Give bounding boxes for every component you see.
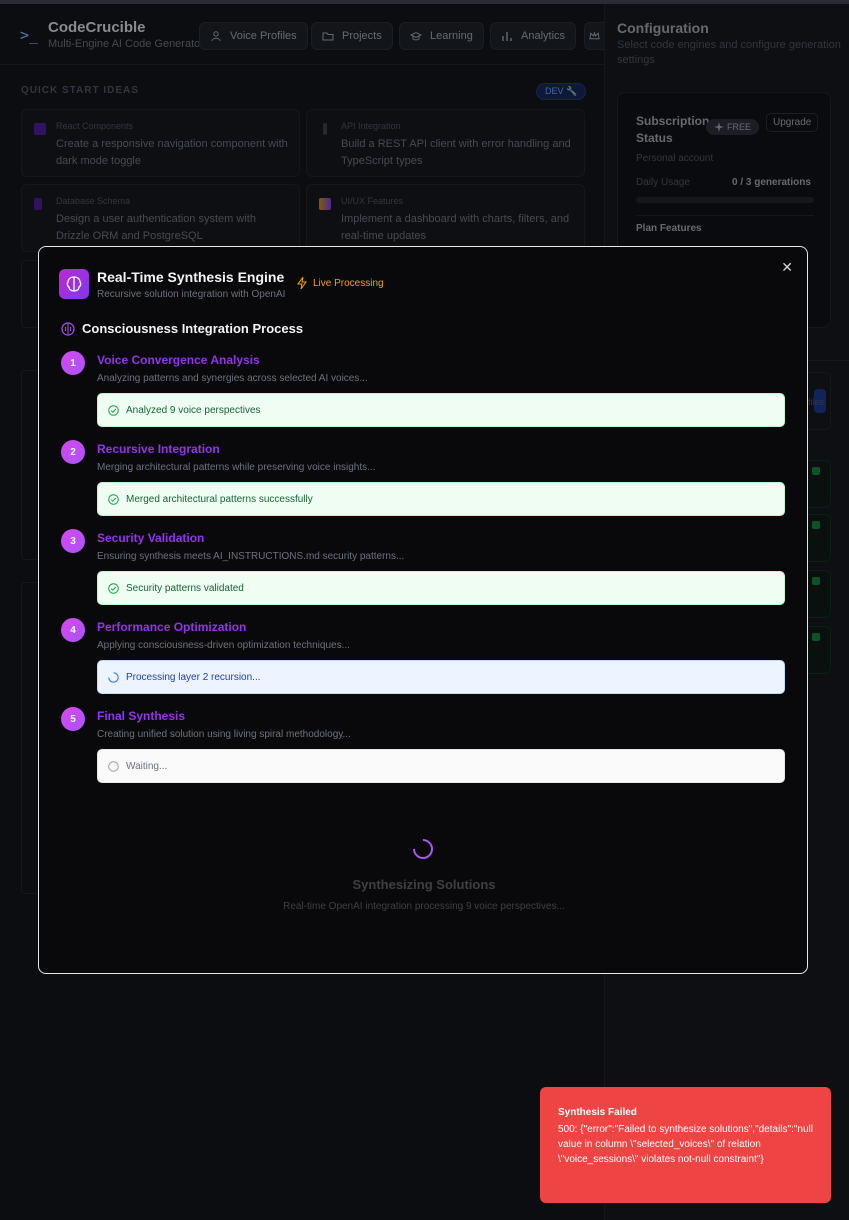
step-number: 5 — [61, 707, 85, 731]
brain-icon — [61, 321, 75, 336]
step-description: Ensuring synthesis meets AI_INSTRUCTIONS… — [97, 551, 405, 562]
modal-title: Real-Time Synthesis Engine — [97, 269, 285, 285]
check-circle-icon — [108, 582, 119, 594]
modal-subtitle: Recursive solution integration with Open… — [97, 289, 286, 300]
step-status-box: Analyzed 9 voice perspectives — [97, 393, 785, 427]
live-status: Live Processing — [297, 277, 384, 289]
close-icon[interactable]: ✕ — [781, 259, 793, 276]
synthesis-status-subtitle: Real-time OpenAI integration processing … — [283, 901, 565, 912]
step-description: Creating unified solution using living s… — [97, 729, 351, 740]
step-status-box: Waiting... — [97, 749, 785, 783]
step-title: Performance Optimization — [97, 620, 247, 634]
step-title: Security Validation — [97, 531, 205, 545]
step-description: Merging architectural patterns while pre… — [97, 462, 376, 473]
check-circle-icon — [108, 404, 119, 416]
toast-title: Synthesis Failed — [558, 1107, 637, 1118]
check-circle-icon — [108, 493, 119, 505]
error-toast[interactable]: Synthesis Failed 500: {"error":"Failed t… — [540, 1087, 831, 1203]
step-status-box: Merged architectural patterns successful… — [97, 482, 785, 516]
step-status-box: Security patterns validated — [97, 571, 785, 605]
brain-icon — [59, 269, 89, 299]
process-title: Consciousness Integration Process — [61, 321, 303, 336]
lightning-icon — [297, 277, 307, 289]
step-title: Voice Convergence Analysis — [97, 353, 260, 367]
loading-spinner-icon — [108, 671, 119, 683]
step-description: Applying consciousness-driven optimizati… — [97, 640, 350, 651]
step-description: Analyzing patterns and synergies across … — [97, 373, 368, 384]
step-status-box: Processing layer 2 recursion... — [97, 660, 785, 694]
step-number: 3 — [61, 529, 85, 553]
synthesis-modal: ✕ Real-Time Synthesis Engine Recursive s… — [38, 246, 808, 974]
step-number: 2 — [61, 440, 85, 464]
synthesis-status-title: Synthesizing Solutions — [352, 877, 496, 892]
empty-circle-icon — [108, 760, 119, 772]
step-title: Final Synthesis — [97, 709, 186, 723]
step-number: 1 — [61, 351, 85, 375]
toast-message: 500: {"error":"Failed to synthesize solu… — [558, 1124, 813, 1165]
step-number: 4 — [61, 618, 85, 642]
loading-spinner-icon — [408, 834, 438, 864]
step-title: Recursive Integration — [97, 442, 220, 456]
